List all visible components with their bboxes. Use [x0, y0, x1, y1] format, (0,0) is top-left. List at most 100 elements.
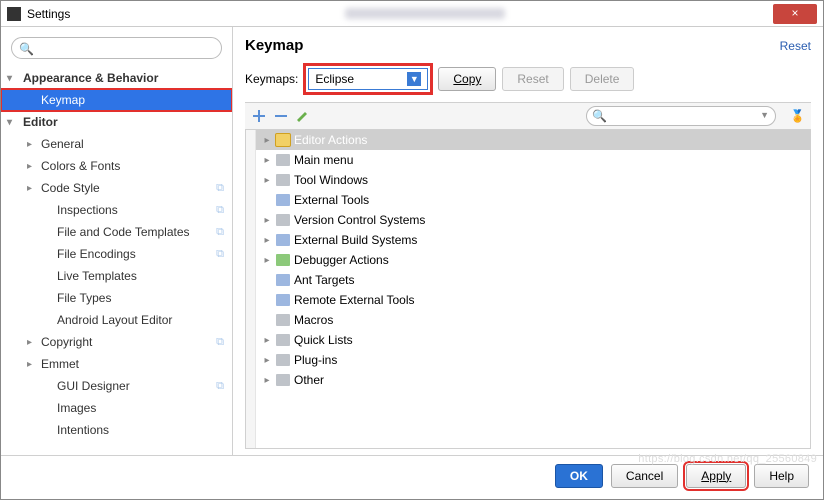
arrow-icon: ▸: [262, 255, 272, 266]
sidebar-item-label: File Types: [57, 291, 111, 305]
folder-icon: [276, 174, 290, 186]
action-label: External Tools: [294, 193, 369, 207]
sidebar-item-file-types[interactable]: File Types: [1, 287, 232, 309]
apply-button[interactable]: Apply: [686, 464, 746, 488]
sidebar-item-live-templates[interactable]: Live Templates: [1, 265, 232, 287]
gutter: [246, 130, 256, 448]
content: 🔍 ▾Appearance & BehaviorKeymap▾Editor▸Ge…: [1, 27, 823, 455]
ok-button[interactable]: OK: [555, 464, 603, 488]
action-label: Quick Lists: [294, 333, 353, 347]
action-row-other[interactable]: ▸Other: [256, 370, 810, 390]
sidebar-item-file-encodings[interactable]: File Encodings⧉: [1, 243, 232, 265]
action-row-version-control-systems[interactable]: ▸Version Control Systems: [256, 210, 810, 230]
reset-button: Reset: [502, 67, 563, 91]
arrow-icon: ▸: [27, 337, 32, 348]
sidebar-item-file-and-code-templates[interactable]: File and Code Templates⧉: [1, 221, 232, 243]
action-label: Macros: [294, 313, 333, 327]
sidebar-item-intentions[interactable]: Intentions: [1, 419, 232, 441]
arrow-icon: ▸: [262, 235, 272, 246]
action-row-external-tools[interactable]: External Tools: [256, 190, 810, 210]
arrow-icon: ▾: [7, 73, 12, 84]
sidebar-item-gui-designer[interactable]: GUI Designer ⧉: [1, 375, 232, 397]
keymaps-label: Keymaps:: [245, 72, 298, 86]
sidebar-item-label: Appearance & Behavior: [23, 71, 158, 85]
action-label: Debugger Actions: [294, 253, 389, 267]
sidebar-item-appearance-behavior[interactable]: ▾ Appearance & Behavior: [1, 67, 232, 89]
sidebar-item-label: GUI Designer: [57, 379, 130, 393]
sidebar-item-code-style[interactable]: ▸Code Style⧉: [1, 177, 232, 199]
action-row-main-menu[interactable]: ▸Main menu: [256, 150, 810, 170]
action-row-macros[interactable]: Macros: [256, 310, 810, 330]
action-row-ant-targets[interactable]: Ant Targets: [256, 270, 810, 290]
copy-button[interactable]: Copy: [438, 67, 496, 91]
expand-icon[interactable]: [251, 108, 267, 124]
keymap-toolbar: 🔍 ▼ 🏅: [245, 102, 811, 130]
action-row-external-build-systems[interactable]: ▸External Build Systems: [256, 230, 810, 250]
action-row-tool-windows[interactable]: ▸Tool Windows: [256, 170, 810, 190]
action-tree[interactable]: ▸Editor Actions▸Main menu▸Tool Windows Ex…: [256, 130, 810, 448]
sidebar-item-label: Editor: [23, 115, 58, 129]
help-button[interactable]: Help: [754, 464, 809, 488]
sidebar: 🔍 ▾Appearance & BehaviorKeymap▾Editor▸Ge…: [1, 27, 233, 455]
close-button[interactable]: ×: [773, 4, 817, 24]
action-label: Version Control Systems: [294, 213, 425, 227]
arrow-icon: ▸: [27, 359, 32, 370]
sidebar-item-label: Copyright: [41, 335, 92, 349]
sidebar-tree: ▾Appearance & BehaviorKeymap▾Editor▸Gene…: [1, 63, 232, 455]
page-title: Keymap: [245, 37, 780, 54]
action-tree-container: ▸Editor Actions▸Main menu▸Tool Windows Ex…: [245, 130, 811, 449]
sidebar-item-general[interactable]: ▸General: [1, 133, 232, 155]
sidebar-item-emmet[interactable]: ▸Emmet: [1, 353, 232, 375]
action-row-debugger-actions[interactable]: ▸ Debugger Actions: [256, 250, 810, 270]
collapse-icon[interactable]: [273, 108, 289, 124]
folder-icon: [276, 314, 290, 326]
keymap-selector-row: Keymaps: Eclipse ▼ Copy Reset Delete: [245, 64, 811, 94]
edit-icon[interactable]: [295, 108, 311, 124]
sidebar-item-label: Images: [57, 401, 96, 415]
chevron-down-icon: ▼: [407, 72, 421, 86]
sidebar-item-inspections[interactable]: Inspections ⧉: [1, 199, 232, 221]
main-pane: Keymap Reset Keymaps: Eclipse ▼ Copy Res…: [233, 27, 823, 455]
sidebar-item-android-layout-editor[interactable]: Android Layout Editor: [1, 309, 232, 331]
folder-icon: [276, 374, 290, 386]
action-row-editor-actions[interactable]: ▸Editor Actions: [256, 130, 810, 150]
cancel-button[interactable]: Cancel: [611, 464, 678, 488]
scope-icon: ⧉: [216, 380, 224, 393]
sidebar-item-label: Live Templates: [57, 269, 137, 283]
sidebar-item-label: File Encodings: [57, 247, 136, 261]
sidebar-item-label: Intentions: [57, 423, 109, 437]
scope-icon: ⧉: [216, 226, 224, 239]
action-row-quick-lists[interactable]: ▸ Quick Lists: [256, 330, 810, 350]
window-title: Settings: [27, 7, 295, 21]
folder-icon: [276, 354, 290, 366]
arrow-icon: ▸: [27, 183, 32, 194]
arrow-icon: ▸: [262, 155, 272, 166]
sidebar-item-colors-fonts[interactable]: ▸Colors & Fonts: [1, 155, 232, 177]
keymaps-dropdown[interactable]: Eclipse ▼: [308, 68, 428, 90]
sidebar-search-input[interactable]: 🔍: [11, 37, 222, 59]
sidebar-item-copyright[interactable]: ▸ Copyright ⧉: [1, 331, 232, 353]
folder-icon: [276, 334, 290, 346]
sidebar-item-images[interactable]: Images: [1, 397, 232, 419]
action-label: Other: [294, 373, 324, 387]
scope-icon: ⧉: [216, 336, 224, 349]
folder-icon: [276, 154, 290, 166]
sidebar-item-editor[interactable]: ▾Editor: [1, 111, 232, 133]
action-row-remote-external-tools[interactable]: Remote External Tools: [256, 290, 810, 310]
arrow-icon: ▸: [262, 335, 272, 346]
sidebar-item-label: Colors & Fonts: [41, 159, 120, 173]
sidebar-item-keymap[interactable]: Keymap: [1, 89, 232, 111]
search-icon: 🔍: [19, 42, 34, 56]
action-row-plug-ins[interactable]: ▸Plug-ins: [256, 350, 810, 370]
reset-link[interactable]: Reset: [780, 39, 811, 53]
titlebar: Settings ×: [1, 1, 823, 27]
tool-icon: [276, 234, 290, 246]
find-by-shortcut-icon[interactable]: 🏅: [790, 109, 805, 123]
bug-icon: [276, 254, 290, 266]
action-label: Plug-ins: [294, 353, 337, 367]
watermark: https://blog.csdn.net/qq_25560849: [638, 453, 817, 465]
action-search-input[interactable]: 🔍 ▼: [586, 106, 776, 126]
scope-icon: ⧉: [216, 204, 224, 217]
sidebar-item-label: Inspections: [57, 203, 118, 217]
sidebar-item-label: General: [41, 137, 84, 151]
